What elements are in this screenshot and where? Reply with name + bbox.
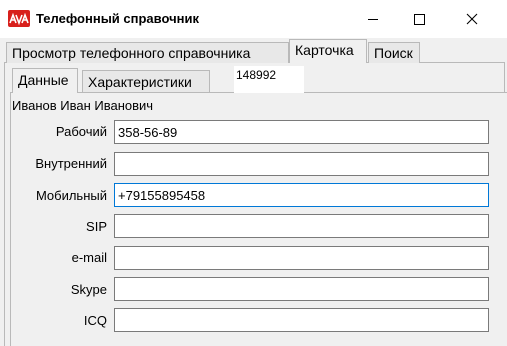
- tab-data[interactable]: Данные: [12, 68, 78, 93]
- tab-characteristics[interactable]: Характеристики: [82, 70, 210, 92]
- internal-phone-label: Внутренний: [35, 156, 107, 171]
- icq-input[interactable]: [114, 308, 489, 332]
- sip-input[interactable]: [114, 214, 489, 238]
- title-bar: Телефонный справочник: [0, 0, 507, 38]
- work-phone-input[interactable]: [114, 120, 489, 144]
- app-logo-icon: [8, 10, 30, 27]
- close-icon: [466, 13, 478, 25]
- mobile-phone-label: Мобильный: [35, 188, 107, 203]
- maximize-button[interactable]: [396, 0, 442, 38]
- close-button[interactable]: [449, 0, 495, 38]
- person-name: Иванов Иван Иванович: [12, 98, 154, 113]
- maximize-icon: [414, 14, 425, 25]
- skype-input[interactable]: [114, 277, 489, 301]
- skype-label: Skype: [70, 282, 107, 297]
- internal-phone-input[interactable]: [114, 152, 489, 176]
- sip-label: SIP: [86, 219, 107, 234]
- tab-search[interactable]: Поиск: [368, 42, 420, 63]
- mobile-phone-input[interactable]: [114, 183, 489, 207]
- minimize-icon: [368, 19, 378, 20]
- work-phone-label: Рабочий: [55, 124, 107, 139]
- email-label: e-mail: [71, 250, 107, 265]
- icq-label: ICQ: [83, 313, 107, 328]
- minimize-button[interactable]: [350, 0, 396, 38]
- email-input[interactable]: [114, 246, 489, 270]
- tab-phonebook-view[interactable]: Просмотр телефонного справочника: [6, 42, 289, 63]
- window-title: Телефонный справочник: [36, 11, 199, 26]
- tab-card[interactable]: Карточка: [289, 39, 367, 63]
- app-window: Телефонный справочник Просмотр телефонно…: [0, 0, 507, 346]
- card-id-field: 148992: [234, 66, 304, 93]
